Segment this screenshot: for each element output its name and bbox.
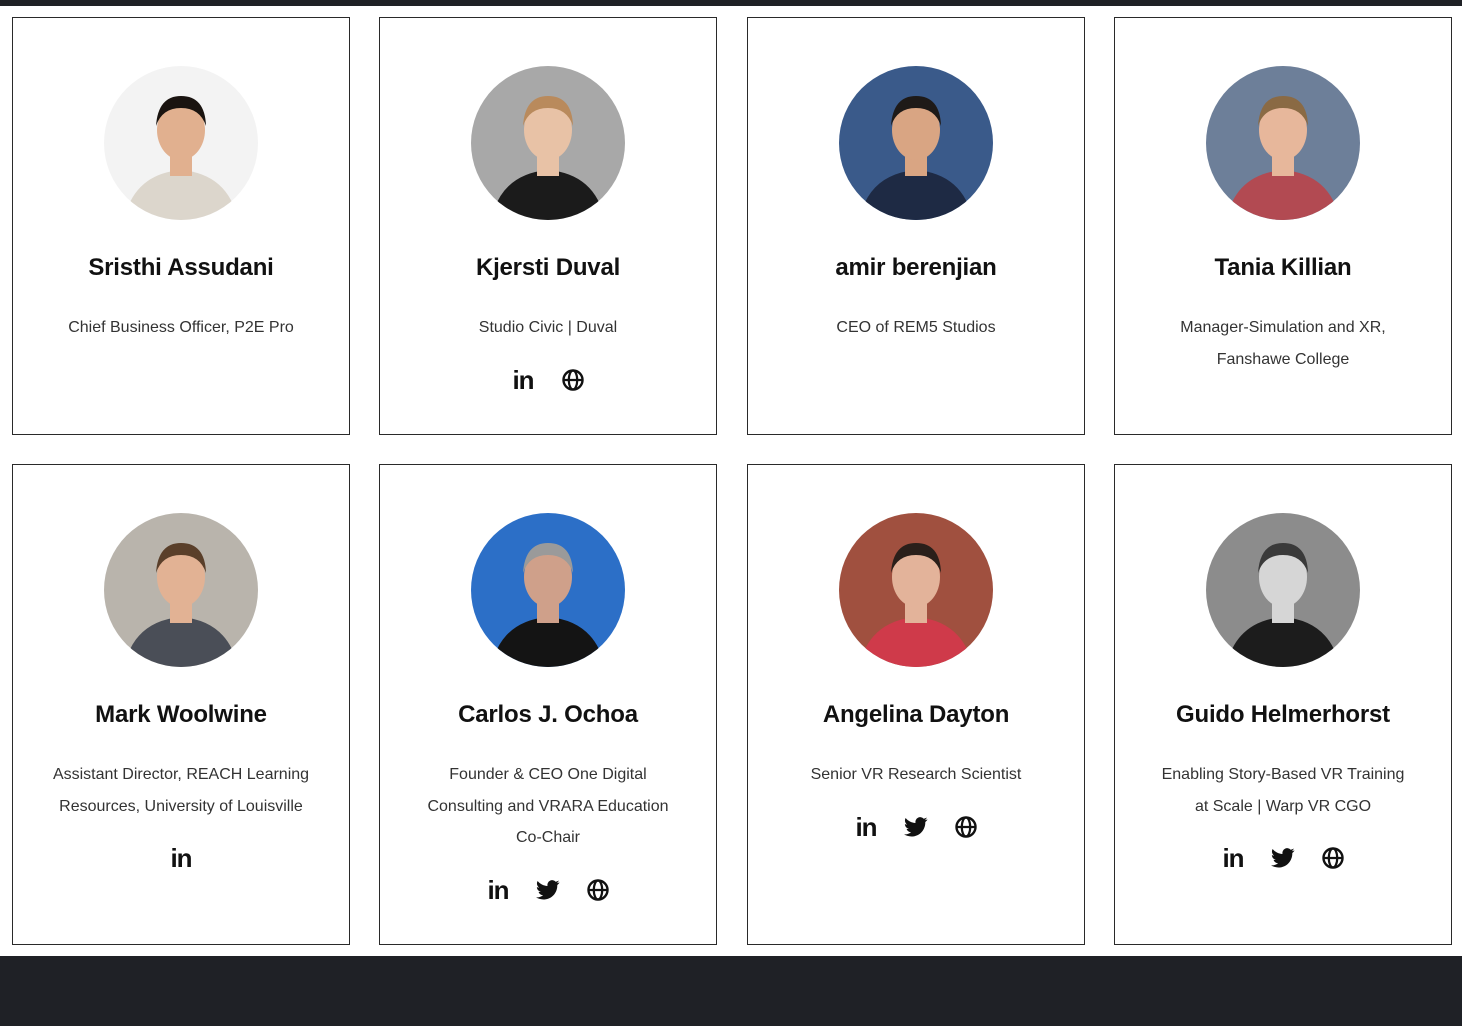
speaker-role: Chief Business Officer, P2E Pro [46, 312, 316, 344]
speaker-role-line: Consulting and VRARA Education [427, 797, 669, 815]
speaker-role-line: Enabling Story-Based VR Training [1161, 766, 1405, 783]
social-links: in [509, 366, 587, 394]
speaker-card: Kjersti Duval Studio Civic | Duval in [379, 17, 717, 435]
linkedin-icon[interactable]: in [484, 876, 512, 904]
speaker-role-line: Assistant Director, REACH Learning [52, 766, 310, 783]
avatar [471, 513, 625, 667]
speaker-name: amir berenjian [835, 254, 997, 281]
social-links: in [484, 876, 612, 904]
speaker-role-line: Fanshawe College [1216, 350, 1350, 368]
twitter-icon[interactable] [1269, 844, 1297, 872]
speaker-name: Angelina Dayton [822, 701, 1010, 728]
globe-icon[interactable] [1319, 844, 1347, 872]
avatar [1206, 66, 1360, 220]
avatar [104, 66, 258, 220]
linkedin-icon-label: in [170, 843, 192, 873]
linkedin-icon-label: in [1222, 843, 1244, 873]
speaker-name: Guido Helmerhorst [1176, 701, 1390, 728]
linkedin-icon-label: in [487, 874, 509, 905]
social-links: in [167, 844, 195, 872]
speaker-grid: Sristhi Assudani Chief Business Officer, … [0, 0, 1462, 956]
speaker-role: Studio Civic | Duval [457, 312, 639, 344]
speaker-name: Mark Woolwine [95, 701, 267, 728]
linkedin-icon-label: in [512, 364, 534, 395]
speaker-card: Sristhi Assudani Chief Business Officer, … [12, 17, 350, 435]
footer [0, 956, 1462, 1026]
avatar [839, 513, 993, 667]
speaker-name: Carlos J. Ochoa [458, 701, 638, 728]
speaker-card: Guido Helmerhorst Enabling Story-Based VR… [1114, 464, 1452, 945]
speaker-role: Manager-Simulation and XR, Fanshawe Colle… [1158, 312, 1407, 375]
avatar [471, 66, 625, 220]
avatar [839, 66, 993, 220]
linkedin-icon[interactable]: in [509, 366, 537, 394]
avatar [104, 513, 258, 667]
globe-icon[interactable] [559, 366, 587, 394]
linkedin-icon[interactable]: in [167, 844, 195, 872]
twitter-icon[interactable] [902, 813, 930, 841]
speaker-card: Tania Killian Manager-Simulation and XR, F… [1114, 17, 1452, 435]
speaker-role: Senior VR Research Scientist [789, 759, 1044, 791]
speaker-role: CEO of REM5 Studios [814, 312, 1017, 344]
speaker-card: Carlos J. Ochoa Founder & CEO One Digital… [379, 464, 717, 945]
speaker-role-line: Manager-Simulation and XR, [1180, 319, 1386, 336]
speaker-card: Angelina Dayton Senior VR Research Scient… [747, 464, 1085, 945]
speaker-role-line: Founder & CEO One Digital [449, 766, 647, 783]
speaker-role-line: Chief Business Officer, P2E Pro [68, 319, 294, 336]
linkedin-icon[interactable]: in [852, 813, 880, 841]
speaker-role: Assistant Director, REACH Learning Resour… [31, 759, 331, 822]
twitter-icon[interactable] [534, 876, 562, 904]
speaker-role-line: Studio Civic | Duval [478, 319, 618, 336]
speaker-role: Enabling Story-Based VR Training at Scale… [1140, 759, 1427, 822]
speaker-role-line: Resources, University of Louisville [59, 797, 303, 815]
linkedin-icon-label: in [855, 811, 877, 842]
speaker-name: Sristhi Assudani [88, 254, 274, 281]
globe-icon[interactable] [952, 813, 980, 841]
social-links: in [852, 813, 980, 841]
speaker-role-line: CEO of REM5 Studios [836, 319, 996, 336]
speaker-card: Mark Woolwine Assistant Director, REACH L… [12, 464, 350, 945]
speaker-role-line: at Scale | Warp VR CGO [1194, 797, 1372, 815]
speaker-name: Kjersti Duval [475, 254, 621, 281]
speaker-role-line: Co-Chair [515, 829, 580, 846]
social-links: in [1219, 844, 1347, 872]
speaker-role-line: Senior VR Research Scientist [810, 766, 1022, 783]
linkedin-icon[interactable]: in [1219, 844, 1247, 872]
speaker-card: amir berenjian CEO of REM5 Studios [747, 17, 1085, 435]
speaker-role: Founder & CEO One Digital Consulting and … [405, 759, 690, 854]
avatar [1206, 513, 1360, 667]
speaker-name: Tania Killian [1214, 254, 1352, 281]
globe-icon[interactable] [584, 876, 612, 904]
